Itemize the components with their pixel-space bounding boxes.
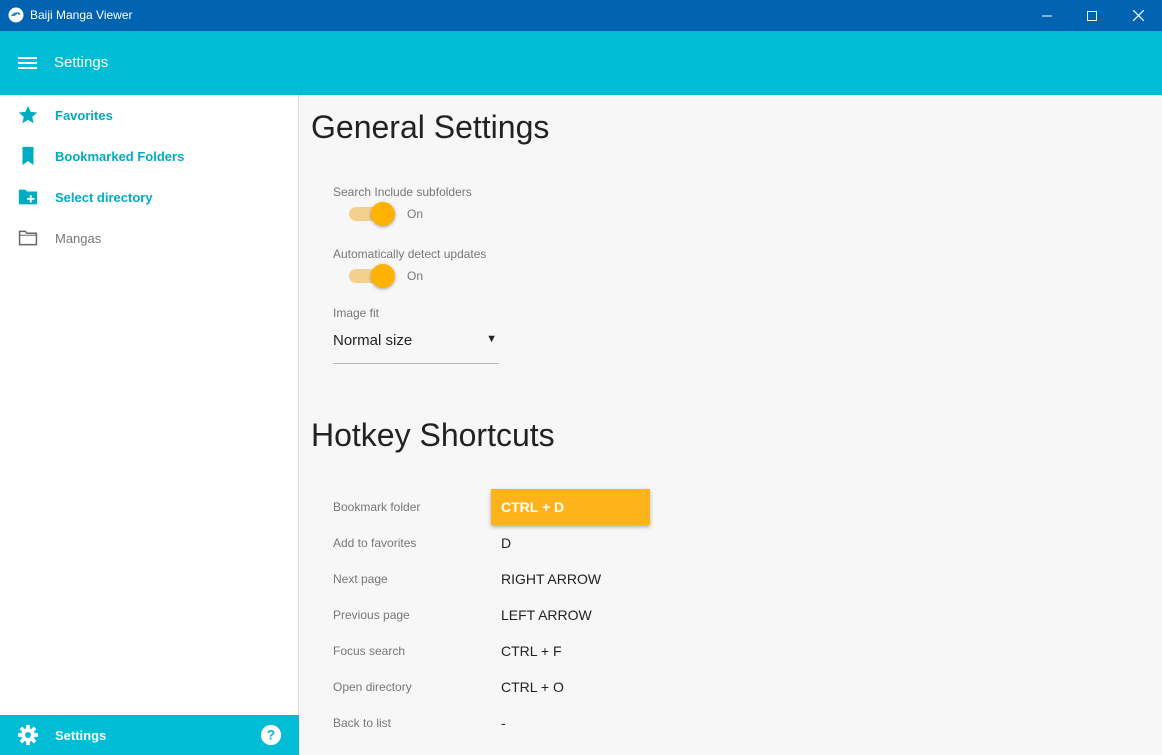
gear-icon[interactable]	[17, 724, 39, 746]
sidebar-item-label: Select directory	[55, 190, 153, 205]
hotkey-label: Open directory	[333, 680, 412, 694]
sidebar-item-label: Favorites	[55, 108, 113, 123]
maximize-icon	[1087, 10, 1097, 21]
hotkey-add-favorites-value[interactable]: D	[501, 535, 511, 551]
hotkey-value: CTRL + D	[501, 499, 565, 515]
page-title: Settings	[54, 54, 109, 71]
image-fit-value: Normal size	[333, 332, 413, 349]
hotkey-previous-page-value[interactable]: LEFT ARROW	[501, 607, 592, 623]
app-logo-icon	[8, 7, 24, 23]
toggle-thumb	[371, 202, 395, 226]
hotkey-label: Back to list	[333, 716, 392, 730]
svg-text:?: ?	[267, 728, 275, 743]
hotkey-next-page-value[interactable]: RIGHT ARROW	[501, 571, 601, 587]
detect-updates-toggle[interactable]	[349, 264, 395, 288]
hotkey-open-directory-value[interactable]: CTRL + O	[501, 679, 564, 695]
window-title: Baiji Manga Viewer	[30, 8, 133, 22]
image-fit-select[interactable]: Normal size ▼	[333, 325, 499, 364]
star-icon	[18, 105, 38, 124]
sidebar-item-label: Bookmarked Folders	[55, 149, 185, 164]
help-icon[interactable]: ?	[260, 724, 282, 746]
hotkey-label: Add to favorites	[333, 536, 417, 550]
dropdown-arrow-icon: ▼	[486, 333, 497, 345]
sidebar-item-favorites[interactable]: Favorites	[0, 95, 298, 135]
sidebar: Favorites Bookmarked Folders Select dire…	[0, 95, 299, 755]
hamburger-menu-icon[interactable]	[14, 52, 42, 74]
settings-content: General Settings Search Include subfolde…	[300, 95, 1162, 755]
folder-outline-icon	[18, 230, 38, 246]
hotkey-label: Focus search	[333, 644, 406, 658]
toggle-thumb	[371, 264, 395, 288]
general-settings-heading: General Settings	[311, 109, 550, 145]
minimize-button[interactable]	[1024, 0, 1070, 31]
hotkey-bookmark-folder-button[interactable]: CTRL + D	[491, 489, 650, 525]
hotkey-label: Next page	[333, 572, 388, 586]
close-icon	[1132, 10, 1144, 21]
bookmark-icon	[22, 146, 34, 166]
maximize-button[interactable]	[1069, 0, 1115, 31]
folder-add-icon	[18, 189, 38, 205]
minimize-icon	[1042, 15, 1052, 16]
sidebar-item-mangas[interactable]: Mangas	[0, 218, 298, 258]
hotkey-label: Previous page	[333, 608, 410, 622]
image-fit-label: Image fit	[333, 306, 380, 320]
detect-updates-state: On	[407, 269, 424, 283]
sidebar-item-label: Mangas	[55, 231, 102, 246]
window-titlebar: Baiji Manga Viewer	[0, 0, 1162, 31]
close-button[interactable]	[1115, 0, 1161, 31]
hotkey-back-to-list-value[interactable]: -	[501, 715, 506, 731]
hotkey-shortcuts-heading: Hotkey Shortcuts	[311, 417, 555, 453]
sidebar-footer: Settings ?	[0, 715, 299, 755]
include-subfolders-label: Search Include subfolders	[333, 185, 472, 199]
include-subfolders-state: On	[407, 207, 424, 221]
sidebar-item-select-directory[interactable]: Select directory	[0, 177, 298, 217]
detect-updates-label: Automatically detect updates	[333, 247, 487, 261]
hotkey-label: Bookmark folder	[333, 500, 421, 514]
sidebar-item-bookmarked-folders[interactable]: Bookmarked Folders	[0, 136, 298, 176]
app-bar: Settings	[0, 31, 1162, 95]
include-subfolders-toggle[interactable]	[349, 202, 395, 226]
settings-nav-label[interactable]: Settings	[55, 728, 106, 743]
hotkey-focus-search-value[interactable]: CTRL + F	[501, 643, 562, 659]
